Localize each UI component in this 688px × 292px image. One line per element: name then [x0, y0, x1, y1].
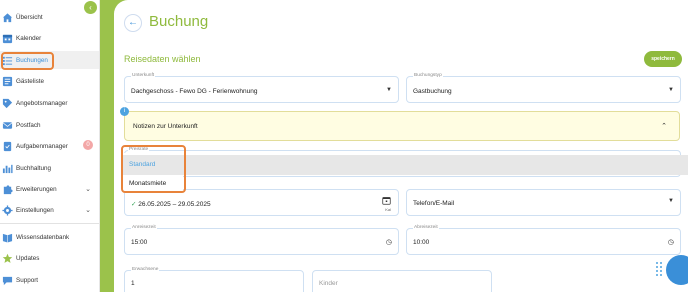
buchungstyp-select[interactable]: Buchungstyp Gastbuchung ▼	[406, 73, 681, 103]
section-title: Reisedaten wählen	[124, 54, 201, 64]
erwachsene-value: 1	[131, 280, 135, 287]
calendar-hint: Kal	[385, 207, 391, 212]
buchungstyp-label: Buchungstyp	[413, 73, 443, 78]
caret-down-icon: ▼	[668, 87, 674, 93]
caret-down-icon: ▼	[668, 198, 674, 204]
sidebar-item-label: Erweiterungen	[16, 185, 57, 193]
anreisezeit-value: 15:00	[131, 239, 148, 246]
drag-handle-icon[interactable]	[660, 262, 664, 278]
date-range-value: ✓ 26.05.2025 – 29.05.2025	[131, 200, 211, 208]
unterkunft-value: Dachgeschoss - Fewo DG - Ferienwohnung	[131, 88, 258, 95]
clock-icon[interactable]: ◷	[386, 238, 392, 246]
page-title: Buchung	[149, 13, 209, 30]
kinder-placeholder: Kinder	[319, 280, 338, 287]
mail-icon	[2, 121, 13, 129]
sidebar-item-label: Support	[16, 276, 39, 284]
sidebar-item-wissensdatenbank[interactable]: Wissensdatenbank	[0, 228, 99, 246]
gear-icon	[2, 204, 13, 216]
puzzle-icon	[3, 184, 13, 194]
clock-icon[interactable]: ◷	[668, 238, 674, 246]
sidebar-item-label: Angebotsmanager	[16, 99, 68, 107]
sidebar-item-label: Postfach	[16, 121, 41, 129]
buchungen-highlight	[1, 52, 54, 70]
accounting-icon	[2, 164, 13, 173]
info-icon: i	[120, 107, 129, 116]
sidebar-item-label: Kalender	[16, 34, 42, 42]
erwachsene-field[interactable]: Erwachsene 1	[124, 267, 304, 292]
sidebar-item-label: Übersicht	[16, 13, 43, 21]
kinder-field[interactable]: Kinder	[312, 270, 492, 292]
unterkunft-select[interactable]: Unterkunft Dachgeschoss - Fewo DG - Feri…	[124, 73, 399, 103]
sidebar-item-buchhaltung[interactable]: Buchhaltung	[0, 159, 99, 177]
dropdown-option-standard[interactable]: Standard	[123, 155, 688, 175]
sidebar-item-uebersicht[interactable]: Übersicht	[0, 8, 99, 26]
sidebar-item-label: Aufgabenmanager	[16, 142, 68, 150]
abreisezeit-value: 10:00	[413, 239, 430, 246]
notes-panel[interactable]: Notizen zur Unterkunft ⌃	[124, 111, 680, 141]
sidebar-item-updates[interactable]: Updates	[0, 249, 99, 267]
check-icon: ✓	[131, 201, 137, 208]
offer-icon	[2, 98, 13, 108]
sidebar-item-support[interactable]: Support	[0, 271, 99, 289]
back-button[interactable]: ←	[124, 14, 142, 32]
knowledge-icon	[2, 233, 13, 243]
sidebar-item-label: Gästeliste	[16, 77, 44, 85]
chat-button[interactable]	[666, 255, 688, 285]
home-icon	[2, 12, 13, 22]
chevron-up-icon[interactable]: ⌃	[661, 122, 667, 130]
abreisezeit-field[interactable]: Abreisezeit 10:00 ◷	[406, 225, 681, 255]
drag-handle-icon[interactable]	[656, 262, 660, 278]
sidebar: ‹ Übersicht Kalender Buchungen Gästelist…	[0, 0, 100, 292]
sidebar-divider	[0, 223, 99, 224]
anreisezeit-field[interactable]: Anreisezeit 15:00 ◷	[124, 225, 399, 255]
anreisezeit-label: Anreisezeit	[131, 225, 157, 230]
caret-down-icon: ▼	[386, 87, 392, 93]
calendar-picker-icon[interactable]	[382, 196, 391, 205]
chevron-down-icon: ⌄	[85, 186, 91, 193]
calendar-icon	[2, 34, 13, 43]
date-range-field[interactable]: ✓ 26.05.2025 – 29.05.2025 Kal	[124, 189, 399, 216]
unterkunft-label: Unterkunft	[131, 73, 156, 78]
abreisezeit-label: Abreisezeit	[413, 225, 439, 230]
sidebar-item-label: Buchhaltung	[16, 164, 52, 172]
sidebar-item-label: Updates	[16, 254, 40, 262]
sidebar-item-einstellungen[interactable]: Einstellungen ⌄	[0, 201, 99, 219]
sidebar-item-postfach[interactable]: Postfach	[0, 116, 99, 134]
guestlist-icon	[2, 76, 13, 86]
date-range-text: 26.05.2025 – 29.05.2025	[138, 201, 211, 208]
sidebar-item-label: Einstellungen	[16, 206, 54, 214]
support-icon	[2, 276, 13, 285]
save-button[interactable]: speichern	[644, 51, 682, 67]
channel-select[interactable]: Telefon/E-Mail ▼	[406, 189, 681, 216]
sidebar-item-gaesteliste[interactable]: Gästeliste	[0, 72, 99, 90]
tasks-icon	[3, 141, 12, 151]
erwachsene-label: Erwachsene	[131, 267, 160, 272]
sidebar-item-erweiterungen[interactable]: Erweiterungen ⌄	[0, 180, 99, 198]
main-card: ← Buchung Reisedaten wählen speichern Un…	[114, 0, 688, 292]
task-count-badge: 0	[83, 140, 93, 150]
notes-label: Notizen zur Unterkunft	[133, 123, 198, 130]
sidebar-item-label: Wissensdatenbank	[16, 233, 70, 241]
star-icon	[2, 253, 13, 263]
chevron-down-icon: ⌄	[85, 207, 91, 214]
channel-value: Telefon/E-Mail	[413, 200, 455, 207]
buchungstyp-value: Gastbuchung	[413, 88, 452, 95]
sidebar-item-aufgabenmanager[interactable]: Aufgabenmanager 0	[0, 137, 99, 155]
sidebar-item-kalender[interactable]: Kalender	[0, 29, 99, 47]
preisrate-highlight	[121, 145, 186, 193]
sidebar-item-angebotsmanager[interactable]: Angebotsmanager	[0, 94, 99, 112]
